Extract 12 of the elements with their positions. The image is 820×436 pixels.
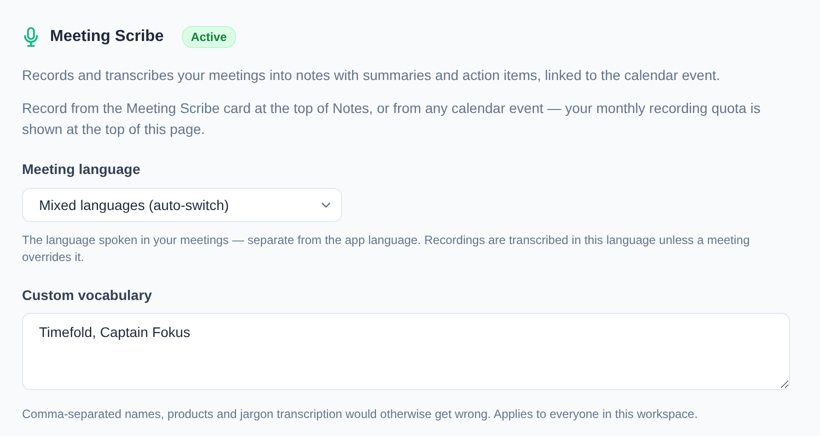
help-text: Comma-separated names, products and jargon transcription would otherwise get wrong. Applies to everyone in this workspace. [22,406,699,423]
status-badge: Active [182,26,236,48]
note-text: Record from the Meeting Scribe card at the top of Notes, or from any calendar event — your monthly recording quota is shown at the top of this page. [22,99,762,139]
language-select[interactable]: Mixed languages (auto-switch) [22,188,342,222]
help-text: The language spoken in your meetings — separate from the app language. Recordings are transcribed in this language unless a meeting overrides it. [22,232,751,266]
chevron-down-icon [321,202,331,208]
section-title: Meeting Scribe [50,28,164,46]
field-label: Custom vocabulary [22,286,153,305]
description-text: Records and transcribes your meetings into notes with summaries and action items, linked to the calendar event. [22,66,722,85]
vocabulary-input[interactable]: Timefold, Captain Fokus [22,313,790,390]
microphone-icon [22,27,40,47]
field-label: Meeting language [22,160,142,179]
